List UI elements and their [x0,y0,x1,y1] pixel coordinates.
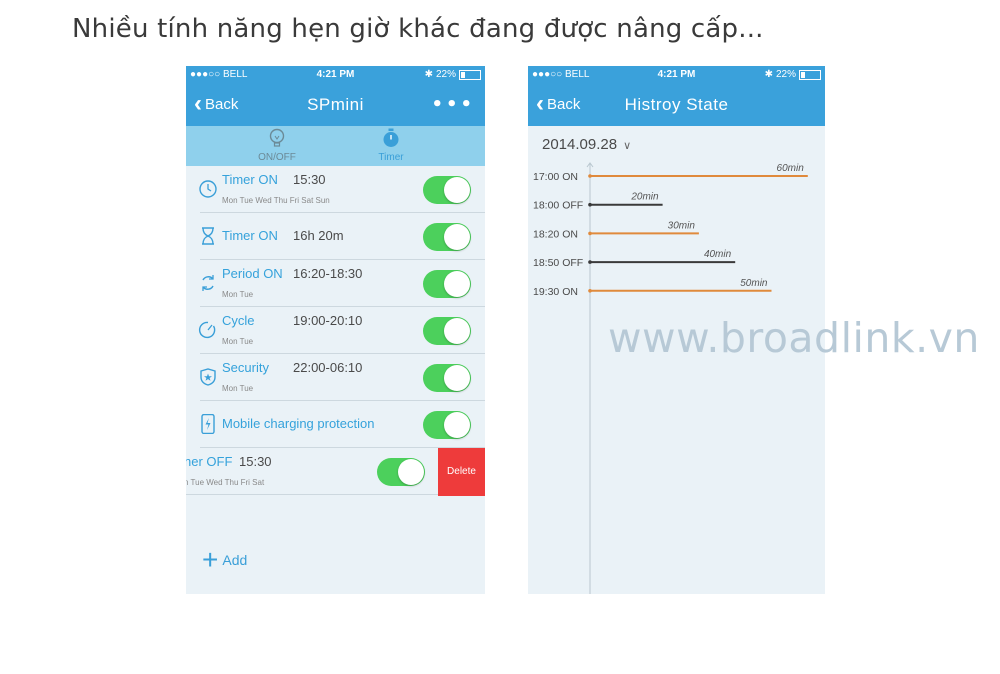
history-dot [588,231,592,236]
timer-name: Timer ON [222,228,278,243]
timer-row-timer-on[interactable]: Timer ON 15:30 Mon Tue Wed Thu Fri Sat S… [199,166,485,213]
history-tick-label: 17:00 ON [533,171,578,183]
timer-row-countdown[interactable]: Timer ON 16h 20m [200,213,485,260]
timer-row-period[interactable]: Period ON 16:20-18:30 Mon Tue [200,260,485,307]
tab-onoff-label: ON/OFF [258,152,296,163]
watermark: www.broadlink.vn [608,314,980,362]
timer-value: 15:30 [239,454,272,469]
timer-toggle[interactable] [423,317,471,345]
timer-toggle[interactable] [423,176,471,204]
timer-toggle[interactable] [423,411,471,439]
history-dot [588,260,592,264]
history-dot [588,174,592,178]
history-dot [588,202,592,207]
battery-percent: 22% [435,69,456,80]
history-duration-label: 20min [630,192,659,203]
timer-value: 19:00-20:10 [293,313,363,328]
timer-days: Mon Tue [222,384,254,393]
timer-name: Cycle [222,313,255,328]
history-tick-label: 18:20 ON [533,228,578,240]
more-options-button[interactable]: ••• [431,94,475,115]
phone-screen-timers: ●●●○○ BELL 4:21 PM ✱ 22% ‹ Back SPmini •… [186,66,485,594]
timer-days: Mon Tue [222,337,254,346]
timer-toggle[interactable] [423,223,471,251]
timer-days: Mon Tue [222,290,254,299]
battery-status: ✱ 22% [425,69,481,80]
repeat-icon [202,275,214,291]
phone-charging-icon [201,414,215,434]
plus-icon: + [202,544,219,575]
history-tick-label: 19:30 ON [533,286,578,298]
timer-name: ner OFF [186,454,233,469]
hourglass-icon [202,227,214,245]
timer-row-charging-protection[interactable]: Mobile charging protection [200,401,485,448]
timer-value: 22:00-06:10 [293,360,363,375]
add-timer-button[interactable]: + Add [202,544,248,575]
tab-onoff[interactable]: ON/OFF [247,128,307,163]
delete-button[interactable]: Delete [438,448,485,496]
bulb-icon [269,128,285,147]
history-tick-label: 18:00 OFF [533,200,583,212]
timer-row-cycle[interactable]: Cycle 19:00-20:10 Mon Tue [198,307,485,354]
history-tick-label: 18:50 OFF [533,257,583,269]
timer-list: Timer ON 15:30 Mon Tue Wed Thu Fri Sat S… [186,166,485,496]
cycle-icon [198,321,216,339]
bluetooth-icon: ✱ [424,69,433,80]
timer-row-swiped[interactable]: ner OFF 15:30 n Tue Wed Thu Fri Sat Dele… [186,448,485,496]
mode-tabs: ON/OFF Timer [186,126,485,166]
status-bar: ●●●○○ BELL 4:21 PM ✱ 22% [186,66,485,84]
timer-name: Period ON [222,266,283,281]
history-duration-label: 50min [740,278,768,289]
shield-icon [200,368,216,386]
timer-toggle[interactable] [423,364,471,392]
tab-timer[interactable]: Timer [361,128,421,163]
timer-toggle[interactable] [423,270,471,298]
timer-value: 16h 20m [293,228,344,243]
clock-icon [199,180,217,198]
timer-days: Mon Tue Wed Thu Fri Sat Sun [222,196,330,205]
history-duration-label: 40min [704,249,732,260]
timer-value: 15:30 [293,172,326,187]
timer-days: n Tue Wed Thu Fri Sat [186,478,265,487]
stopwatch-icon [383,128,399,147]
timer-name: Mobile charging protection [222,416,375,431]
add-label: Add [222,552,248,568]
history-dot [588,289,592,293]
timer-row-security[interactable]: Security 22:00-06:10 Mon Tue [200,354,485,401]
page-heading: Nhiều tính năng hẹn giờ khác đang được n… [72,14,764,44]
timer-value: 16:20-18:30 [293,266,363,281]
battery-icon [459,69,481,80]
tab-timer-label: Timer [378,152,404,163]
timer-name: Security [222,360,269,375]
nav-bar: ‹ Back SPmini ••• [186,84,485,126]
timer-name: Timer ON [222,172,278,187]
timer-toggle[interactable] [377,458,425,486]
history-duration-label: 60min [777,163,805,174]
history-duration-label: 30min [668,220,696,231]
